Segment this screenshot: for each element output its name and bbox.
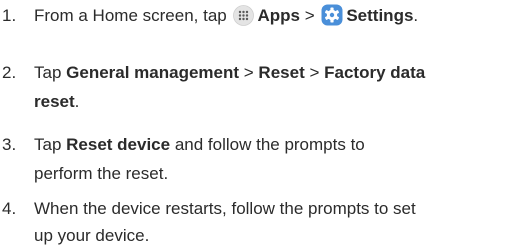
factory-data-reset-label-cont: reset	[34, 92, 75, 111]
step-text-line-1: Tap Reset device and follow the prompts …	[34, 131, 520, 158]
general-management-label: General management	[66, 63, 240, 82]
separator: >	[299, 6, 320, 25]
step-number: 4.	[2, 199, 17, 218]
step-text: From a Home screen, tap Apps > Settings.	[34, 2, 520, 34]
step-text-segment: From a Home screen, tap	[34, 6, 232, 25]
step-text-line-1: When the device restarts, follow the pro…	[34, 199, 416, 218]
apps-label: Apps	[257, 6, 300, 25]
reset-label: Reset	[258, 63, 305, 82]
settings-label: Settings	[346, 6, 414, 25]
separator: >	[239, 63, 259, 82]
step-text-line-2: up your device.	[34, 226, 150, 245]
factory-data-reset-label: Factory data	[324, 63, 426, 82]
separator: >	[304, 63, 325, 82]
settings-gear-icon	[321, 4, 343, 34]
step-number: 2.	[2, 63, 17, 82]
step-text-line-1: Tap General management > Reset > Factory…	[34, 59, 520, 86]
step-text-line-2: perform the reset.	[34, 164, 169, 183]
apps-grid-icon	[233, 5, 255, 34]
step-text-end: .	[413, 6, 419, 25]
step-text-segment: and follow the prompts to	[170, 135, 365, 154]
step-text-segment: Tap	[34, 63, 67, 82]
step-text-end: .	[74, 92, 80, 111]
step-number: 3.	[2, 135, 17, 154]
step-text-line-2: reset.	[34, 88, 520, 115]
step-number: 1.	[2, 6, 17, 25]
reset-device-label: Reset device	[66, 135, 171, 154]
step-text-segment: Tap	[34, 135, 67, 154]
